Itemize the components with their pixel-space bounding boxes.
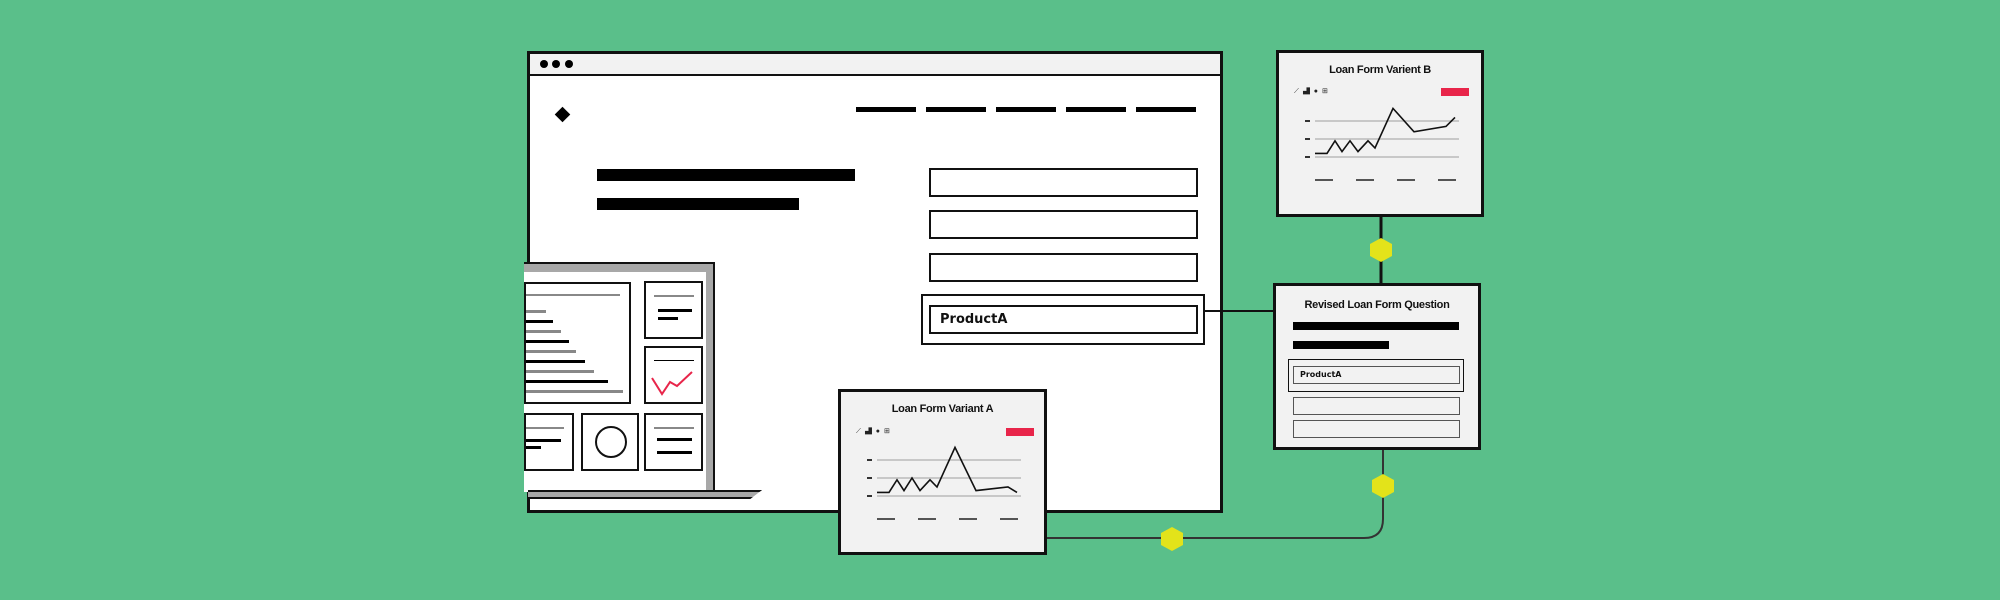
revised-product-value: ProductA <box>1300 370 1342 379</box>
question-subtext-placeholder <box>1293 341 1389 349</box>
revised-question-card[interactable]: Revised Loan Form Question ProductA <box>1273 283 1481 450</box>
variant-a-card[interactable]: Loan Form Variant A ⟋ ▟ ● ⊞ <box>838 389 1047 555</box>
revised-field-3[interactable] <box>1293 420 1460 438</box>
question-text-placeholder <box>1293 322 1459 330</box>
series-line <box>877 445 1018 494</box>
variant-a-line-chart <box>867 445 1021 520</box>
revised-product-field[interactable]: ProductA <box>1293 366 1460 384</box>
variant-b-line-chart <box>1305 106 1459 181</box>
series-line <box>1315 106 1456 155</box>
variant-b-card[interactable]: Loan Form Varient B ⟋ ▟ ● ⊞ <box>1276 50 1484 217</box>
revised-title: Revised Loan Form Question <box>1304 299 1450 311</box>
highlighted-field-frame: ProductA <box>1288 359 1464 392</box>
connector-a-to-revised <box>1042 449 1384 539</box>
revised-field-2[interactable] <box>1293 397 1460 415</box>
